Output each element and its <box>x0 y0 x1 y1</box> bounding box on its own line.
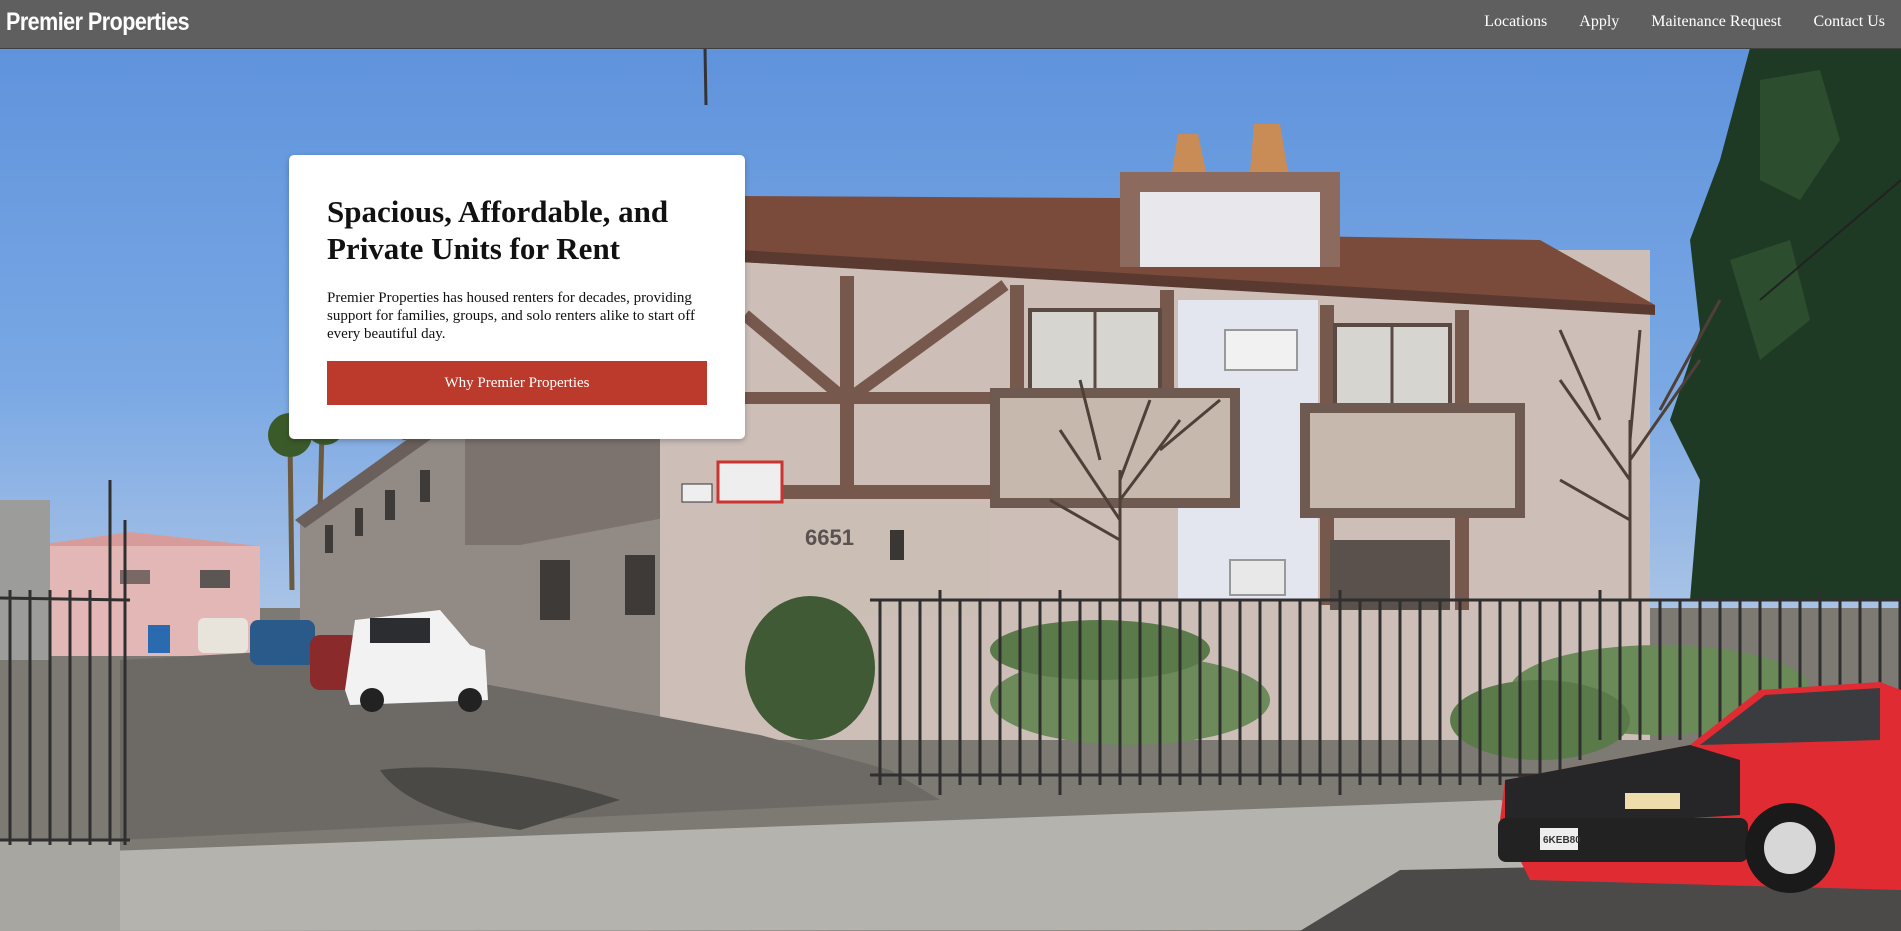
top-navbar: Premier Properties Locations Apply Maite… <box>0 0 1901 49</box>
shrub <box>745 596 875 740</box>
nav-links: Locations Apply Maitenance Request Conta… <box>1484 0 1885 44</box>
why-premier-properties-button[interactable]: Why Premier Properties <box>327 361 707 405</box>
building-number: 6651 <box>805 525 854 550</box>
nav-link-maintenance-request[interactable]: Maitenance Request <box>1651 13 1781 31</box>
parked-car <box>250 620 315 665</box>
nav-link-contact-us[interactable]: Contact Us <box>1813 13 1885 31</box>
nav-link-apply[interactable]: Apply <box>1579 13 1619 31</box>
hero-description: Premier Properties has housed renters fo… <box>327 290 695 342</box>
brand-logo-link[interactable]: Premier Properties <box>6 8 190 37</box>
hero-heading: Spacious, Affordable, and Private Units … <box>327 194 669 266</box>
nav-link-locations[interactable]: Locations <box>1484 13 1547 31</box>
license-plate: 6KEB80 <box>1543 835 1581 846</box>
hero-background-image: 6651 6KEB80 <box>0 48 1901 931</box>
hero-section: 6651 6KEB80 Spacious, Affordable, and Pr… <box>0 48 1901 931</box>
hero-card: Spacious, Affordable, and Private Units … <box>289 155 745 439</box>
